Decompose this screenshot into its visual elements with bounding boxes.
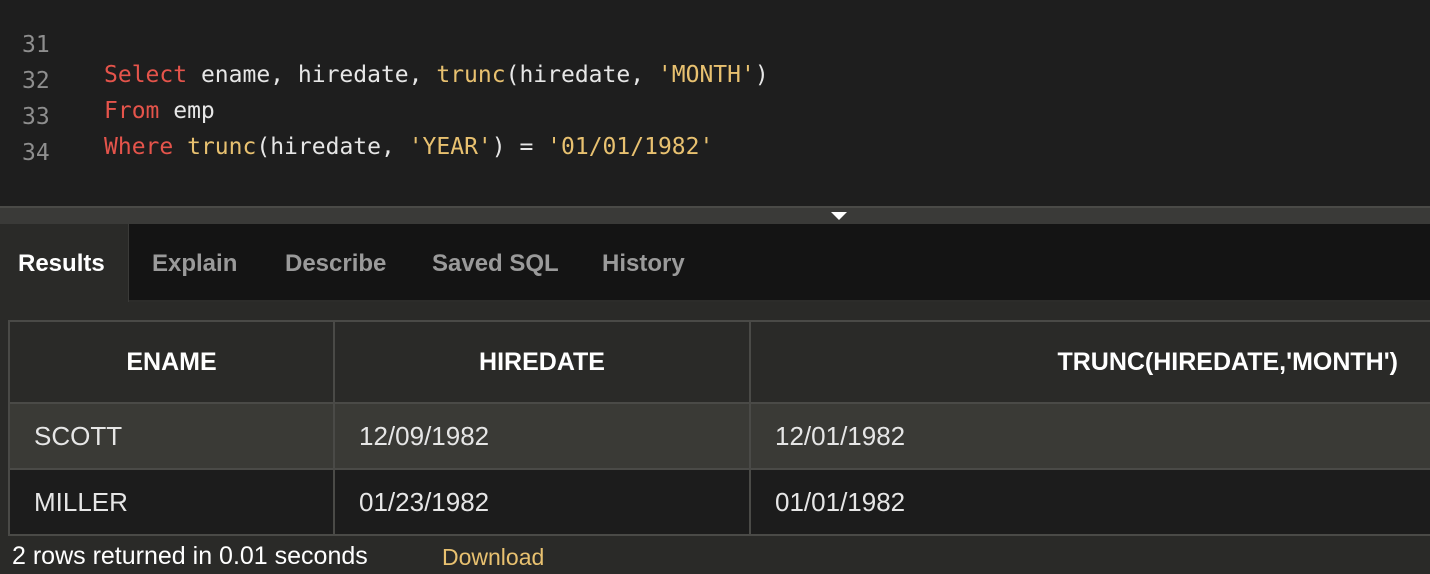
code-text: Select ename, hiredate, trunc(hiredate, … <box>104 60 769 90</box>
tab-history[interactable]: History <box>602 224 685 302</box>
sql-editor[interactable]: 31 Select ename, hiredate, trunc(hiredat… <box>0 0 1430 206</box>
keyword-token: Where <box>104 134 174 160</box>
plain-token: ) = <box>491 134 548 160</box>
string-token: '01/01/1982' <box>547 134 714 160</box>
table-cell: MILLER <box>8 468 335 536</box>
line-number: 34 <box>22 140 50 166</box>
results-table: ENAME HIREDATE TRUNC(HIREDATE,'MONTH') S… <box>8 320 1430 536</box>
table-row: SCOTT 12/09/1982 12/01/1982 <box>8 402 1430 470</box>
download-link[interactable]: Download <box>442 544 544 571</box>
plain-token: emp <box>159 98 215 124</box>
column-header-ename[interactable]: ENAME <box>8 320 335 404</box>
function-token: trunc <box>187 134 257 160</box>
column-header-hiredate[interactable]: HIREDATE <box>333 320 751 404</box>
table-cell: 01/01/1982 <box>749 468 1430 536</box>
plain-token: (hiredate, <box>256 134 409 160</box>
tab-describe[interactable]: Describe <box>285 224 386 302</box>
plain-token: ename, hiredate, <box>187 62 437 88</box>
table-cell: SCOTT <box>8 402 335 470</box>
tab-explain[interactable]: Explain <box>152 224 237 302</box>
string-token: 'MONTH' <box>657 62 755 88</box>
code-line: 31 Select ename, hiredate, trunc(hiredat… <box>0 0 769 88</box>
pane-splitter[interactable] <box>0 206 1430 224</box>
code-line: 33 Where trunc(hiredate, 'YEAR') = '01/0… <box>0 72 713 160</box>
keyword-token: From <box>104 98 160 124</box>
code-line: 32 From emp <box>0 36 215 124</box>
table-cell: 12/01/1982 <box>749 402 1430 470</box>
code-text: From emp <box>104 96 215 126</box>
table-cell: 01/23/1982 <box>333 468 751 536</box>
results-tab-bar: Results Explain Describe Saved SQL Histo… <box>0 224 1430 302</box>
string-token: 'YEAR' <box>408 134 492 160</box>
plain-token: (hiredate, <box>505 62 658 88</box>
function-token: trunc <box>436 62 506 88</box>
tab-results[interactable]: Results <box>0 224 129 302</box>
plain-token: ) <box>754 62 769 88</box>
rows-summary: 2 rows returned in 0.01 seconds <box>12 542 368 570</box>
table-header-row: ENAME HIREDATE TRUNC(HIREDATE,'MONTH') <box>8 320 1430 404</box>
tab-saved-sql[interactable]: Saved SQL <box>432 224 559 302</box>
keyword-token: Select <box>104 62 188 88</box>
collapse-arrow-icon[interactable] <box>831 212 847 220</box>
table-cell: 12/09/1982 <box>333 402 751 470</box>
column-header-trunc[interactable]: TRUNC(HIREDATE,'MONTH') <box>749 320 1430 404</box>
results-panel: ENAME HIREDATE TRUNC(HIREDATE,'MONTH') S… <box>0 302 1430 574</box>
code-line: 34 <box>0 108 55 166</box>
table-row: MILLER 01/23/1982 01/01/1982 <box>8 468 1430 536</box>
code-text: Where trunc(hiredate, 'YEAR') = '01/01/1… <box>104 132 713 162</box>
